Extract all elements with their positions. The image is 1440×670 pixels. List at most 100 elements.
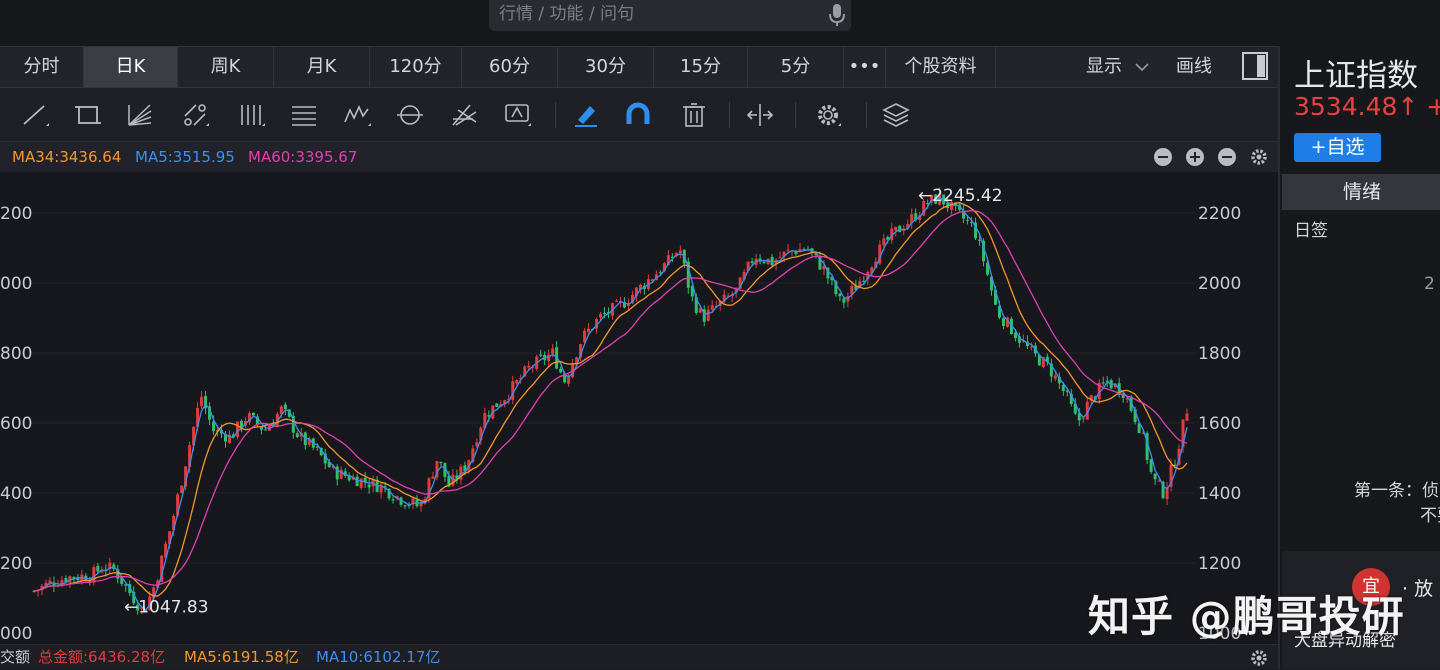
candle-body xyxy=(200,396,204,407)
toolbar-divider xyxy=(866,102,867,128)
candle-body xyxy=(283,404,287,410)
index-name: 上证指数 xyxy=(1294,58,1418,94)
trash-icon[interactable] xyxy=(680,102,708,128)
search-placeholder: 行情 / 功能 / 问句 xyxy=(499,4,635,24)
candle-body xyxy=(1153,473,1157,480)
candle-body xyxy=(770,256,774,266)
candle-body xyxy=(92,567,96,583)
highlighter-icon[interactable] xyxy=(572,102,600,128)
microphone-icon[interactable] xyxy=(829,3,845,27)
layout-toggle-icon[interactable] xyxy=(1242,52,1268,80)
period-tabs: 分时 日K 周K 月K 120分 60分 30分 15分 5分 ••• 个股资料… xyxy=(0,46,1278,88)
candle-body xyxy=(439,461,443,464)
magnet-icon[interactable] xyxy=(624,102,652,128)
y-tick-left: 400 xyxy=(0,484,32,504)
ma34-value: MA34:3436.64 xyxy=(12,148,122,166)
display-label: 显示 xyxy=(1086,56,1122,77)
candle-body xyxy=(882,238,886,246)
candle-body xyxy=(495,403,499,407)
y-tick-right: 1600 xyxy=(1198,414,1241,434)
candle-body xyxy=(762,261,766,263)
chart-settings-icon[interactable] xyxy=(1250,148,1268,166)
candle-body xyxy=(978,239,982,241)
vertical-lines-tool-icon[interactable] xyxy=(238,102,266,128)
candle-body xyxy=(778,257,782,259)
tab-stock-info[interactable]: 个股资料 xyxy=(886,47,996,87)
low-annotation: ←1047.83 xyxy=(124,597,209,617)
toolbar-divider xyxy=(729,102,730,128)
candle-body xyxy=(838,293,842,297)
cycle-tool-icon[interactable] xyxy=(396,102,424,128)
y-tick-right: 1200 xyxy=(1198,554,1241,574)
y-tick-left: 200 xyxy=(0,204,32,224)
candle-body xyxy=(1053,375,1057,379)
tab-30min[interactable]: 30分 xyxy=(558,47,654,87)
display-menu[interactable]: 显示 xyxy=(1086,47,1150,87)
tab-daily-k[interactable]: 日K xyxy=(84,47,178,87)
kline-chart[interactable]: 200 000 800 600 400 200 000 2200 2000 1800 1600 140… xyxy=(0,172,1278,644)
candle-body xyxy=(1101,382,1105,384)
candle-body xyxy=(599,314,603,318)
settings-gear-icon[interactable] xyxy=(814,102,842,128)
index-side-panel: 上证指数 3534.48↑ + +自选 情绪 日签 2 第一条：侦 不要 宜 ·… xyxy=(1278,46,1440,669)
tab-60min[interactable]: 60分 xyxy=(462,47,558,87)
y-tick-right: 1800 xyxy=(1198,344,1241,364)
zoom-out-icon[interactable] xyxy=(1154,148,1172,166)
tab-weekly-k[interactable]: 周K xyxy=(178,47,274,87)
tab-monthly-k[interactable]: 月K xyxy=(274,47,370,87)
candle-body xyxy=(603,313,607,315)
candle-body xyxy=(1185,413,1189,421)
drawing-toolbar xyxy=(0,88,1278,142)
high-annotation: ←2245.42 xyxy=(918,186,1003,206)
toolbar-divider xyxy=(795,102,796,128)
news-line-1[interactable]: 第一条：侦 xyxy=(1354,476,1439,501)
text-annotation-tool-icon[interactable] xyxy=(504,102,532,128)
collapse-icon[interactable] xyxy=(1218,148,1236,166)
layers-icon[interactable] xyxy=(882,102,910,128)
candle-body xyxy=(894,226,898,231)
candle-body xyxy=(527,365,531,368)
zoom-in-icon[interactable] xyxy=(1186,148,1204,166)
tab-15min[interactable]: 15分 xyxy=(654,47,748,87)
tab-intraday[interactable]: 分时 xyxy=(0,47,84,87)
kline-chart-svg: 200 000 800 600 400 200 000 2200 2000 1800 1600 140… xyxy=(0,186,1241,644)
line-tool-icon[interactable] xyxy=(22,102,50,128)
candle-body xyxy=(96,565,100,572)
zhihu-watermark: 知乎 @鹏哥投研 xyxy=(1088,592,1405,641)
candle-body xyxy=(419,503,423,507)
volume-settings-icon[interactable] xyxy=(1250,649,1268,667)
volume-legend: 交额 总金额:6436.28亿 MA5:6191.58亿 MA10:6102.1… xyxy=(0,644,1278,669)
candle-body xyxy=(539,354,543,356)
channel-tool-icon[interactable] xyxy=(182,102,210,128)
tab-sentiment[interactable]: 情绪 xyxy=(1282,174,1440,210)
wave-tool-icon[interactable] xyxy=(344,102,372,128)
tab-120min[interactable]: 120分 xyxy=(370,47,462,87)
tab-more[interactable]: ••• xyxy=(844,47,886,87)
candle-body xyxy=(678,250,682,254)
toolbar-divider xyxy=(555,102,556,128)
moving-average-legend: MA34:3436.64 MA5:3515.95 MA60:3395.67 xyxy=(0,142,1278,172)
split-horizontal-icon[interactable] xyxy=(746,102,774,128)
daily-tag-number: 2 xyxy=(1424,274,1435,294)
tab-5min[interactable]: 5分 xyxy=(748,47,844,87)
candle-body xyxy=(251,412,255,416)
rectangle-tool-icon[interactable] xyxy=(74,102,102,128)
search-input[interactable]: 行情 / 功能 / 问句 xyxy=(489,0,851,31)
candle-body xyxy=(786,249,790,251)
candle-body xyxy=(235,421,239,437)
daily-tag-label: 日签 xyxy=(1294,221,1328,241)
pitchfork-tool-icon[interactable] xyxy=(450,102,478,128)
candle-body xyxy=(391,499,395,501)
index-price: 3534.48↑ + xyxy=(1294,92,1440,121)
candle-body xyxy=(614,300,618,302)
fan-tool-icon[interactable] xyxy=(126,102,154,128)
volume-label: 交额 xyxy=(0,648,31,666)
y-tick-left: 600 xyxy=(0,414,32,434)
news-line-2: 不要 xyxy=(1420,506,1440,526)
fibonacci-tool-icon[interactable] xyxy=(290,102,318,128)
draw-line-button[interactable]: 画线 xyxy=(1176,47,1212,87)
candle-body xyxy=(263,429,267,431)
y-tick-left: 800 xyxy=(0,344,32,364)
candle-body xyxy=(1029,346,1033,348)
add-watchlist-button[interactable]: +自选 xyxy=(1294,133,1381,162)
